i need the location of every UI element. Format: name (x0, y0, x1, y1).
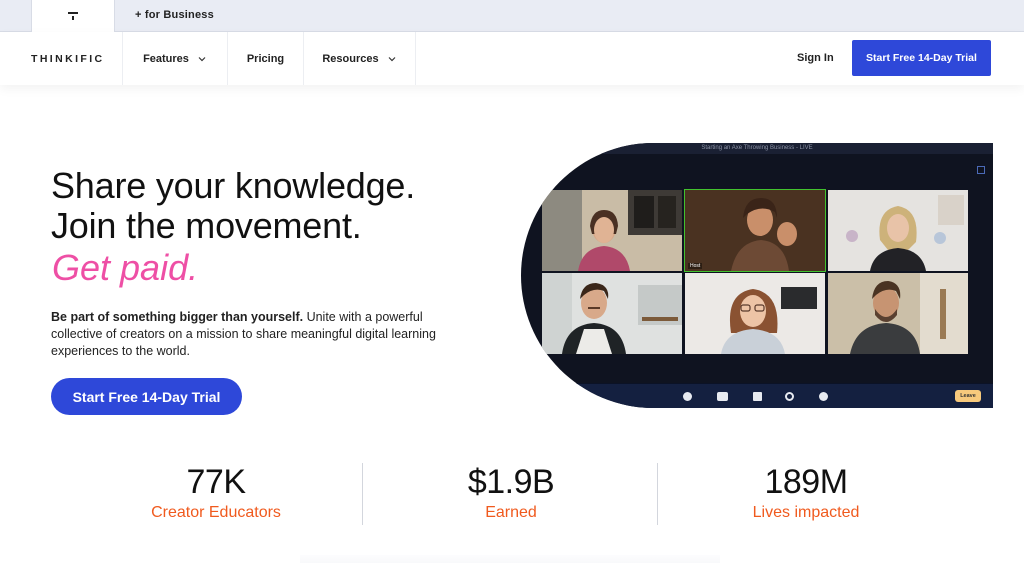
participant-video-3 (828, 190, 968, 271)
participant-video-1 (542, 190, 682, 271)
stat-divider (362, 463, 363, 525)
nav-pricing[interactable]: Pricing (227, 32, 303, 85)
participant-tile-1 (542, 190, 682, 271)
thinkific-t-icon (68, 11, 78, 20)
participant-video-6 (828, 273, 968, 354)
hero-heading-line2: Join the movement. (51, 205, 362, 246)
stat-lives-value: 189M (764, 463, 848, 501)
nav-start-trial-button[interactable]: Start Free 14-Day Trial (852, 40, 991, 76)
nav-pricing-label: Pricing (246, 52, 285, 65)
stat-earned-value: $1.9B (467, 463, 555, 501)
participants-icon[interactable] (717, 392, 728, 401)
participant-video-5 (685, 273, 825, 354)
hero-heading-line1: Share your knowledge. (51, 165, 416, 206)
stat-lives: 189M Lives impacted (706, 462, 906, 523)
call-controls-bar: Leave (521, 383, 993, 408)
sign-in-link[interactable]: Sign In (797, 52, 834, 64)
stat-earned-label: Earned (485, 504, 537, 521)
nav-features-label: Features (143, 52, 189, 65)
thinkific-logo-tab[interactable] (31, 0, 115, 33)
stat-lives-label: Lives impacted (752, 504, 860, 521)
main-navbar: THINKIFIC Features Pricing Resources Sig… (0, 32, 1024, 85)
participant-tile-6 (828, 273, 968, 354)
stat-creators-value: 77K (186, 463, 247, 501)
grid-view-icon (977, 166, 985, 174)
for-business-link[interactable]: + for Business (135, 9, 214, 21)
participant-video-2 (685, 190, 825, 271)
stat-divider (657, 463, 658, 525)
nav-resources[interactable]: Resources (303, 32, 415, 85)
video-call-preview: Starting an Axe Throwing Business - LIVE… (521, 143, 993, 408)
host-label: Host (688, 263, 703, 269)
nav-features[interactable]: Features (122, 32, 227, 85)
hero-lead: Be part of something bigger than yoursel… (51, 309, 471, 360)
hero-accent-text: Get paid. (52, 247, 199, 288)
bottom-fade (300, 555, 720, 563)
stat-creators: 77K Creator Educators (116, 462, 316, 523)
hero-heading: Share your knowledge. Join the movement. (51, 166, 415, 246)
participant-tile-3 (828, 190, 968, 271)
nav-resources-label: Resources (322, 52, 379, 65)
participant-tile-4 (542, 273, 682, 354)
participant-tile-5 (685, 273, 825, 354)
nav-divider (415, 32, 416, 85)
top-strip: + for Business (0, 0, 1024, 33)
video-call-title: Starting an Axe Throwing Business - LIVE (521, 143, 993, 154)
globe-icon[interactable] (683, 392, 692, 401)
chevron-down-icon (198, 56, 206, 61)
participant-tile-host: Host (684, 189, 826, 272)
participant-video-4 (542, 273, 682, 354)
hero-start-trial-button[interactable]: Start Free 14-Day Trial (51, 378, 242, 415)
brand-logo[interactable]: THINKIFIC (31, 53, 105, 65)
chevron-down-icon (388, 56, 396, 61)
reactions-icon[interactable] (819, 392, 828, 401)
hero-lead-bold: Be part of something bigger than yoursel… (51, 310, 304, 324)
stat-creators-label: Creator Educators (151, 504, 281, 521)
leave-call-button[interactable]: Leave (955, 390, 981, 402)
stat-earned: $1.9B Earned (411, 462, 611, 523)
chat-icon[interactable] (753, 392, 762, 401)
record-icon[interactable] (785, 392, 794, 401)
